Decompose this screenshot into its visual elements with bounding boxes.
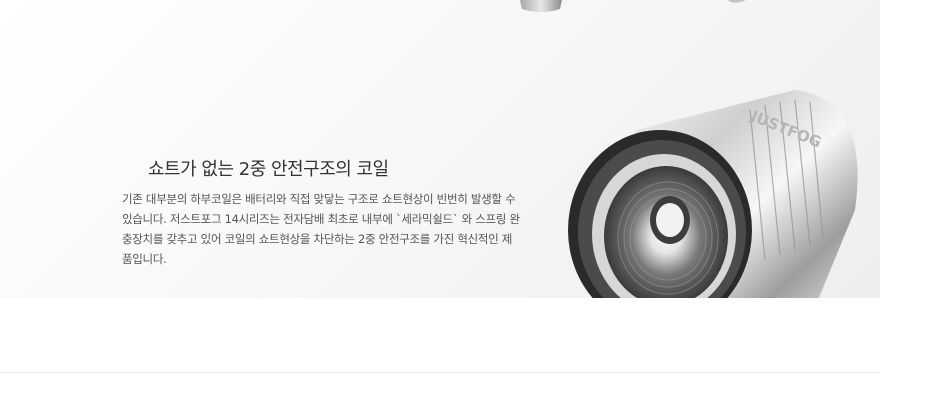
- coil-product-image: JUSTFOG: [568, 90, 858, 298]
- feature-description: 기존 대부분의 하부코일은 배터리와 직접 맞닿는 구조로 쇼트현상이 빈번히 …: [122, 192, 520, 266]
- feature-section: 쇼트가 없는 2중 안전구조의 코일 기존 대부분의 하부코일은 배터리와 직접…: [0, 0, 880, 298]
- feature-title: 쇼트가 없는 2중 안전구조의 코일: [148, 159, 389, 180]
- section-divider: [0, 372, 880, 373]
- coil-top-partial-image: [520, 0, 746, 12]
- side-margin: [880, 0, 940, 298]
